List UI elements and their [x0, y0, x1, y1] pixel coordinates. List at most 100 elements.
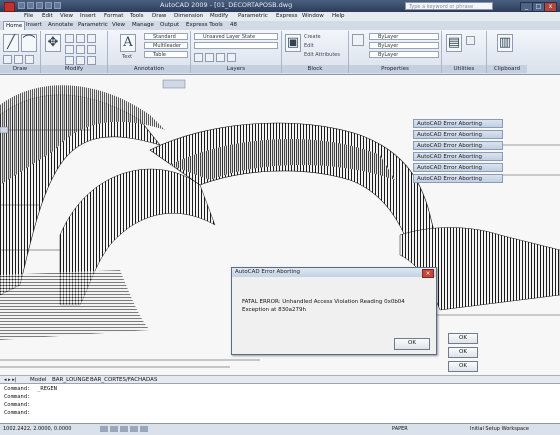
quick-calc-icon[interactable] [466, 36, 475, 45]
trim-icon[interactable] [76, 34, 85, 43]
text-label: Text [122, 54, 133, 60]
error-stack-title[interactable]: AutoCAD Error Aborting [413, 152, 503, 161]
rotate-icon[interactable] [65, 34, 74, 43]
command-line[interactable]: Command: _REGEN Command: Command: Comman… [0, 383, 560, 424]
menu-format[interactable]: Format [104, 12, 123, 21]
linetype-combo[interactable]: ByLayer [369, 42, 439, 49]
paper-indicator[interactable]: PAPER [392, 426, 408, 432]
menu-dimension[interactable]: Dimension [174, 12, 203, 21]
arc-icon[interactable] [14, 55, 23, 64]
ok-button[interactable]: OK [448, 333, 478, 344]
copy-icon[interactable] [65, 45, 74, 54]
title-bar: AutoCAD 2009 - [01_DECORTAPOSB.dwg Type … [0, 0, 560, 12]
tab-annotate[interactable]: Annotate [46, 21, 75, 30]
ribbon: ╱ ⌒ Draw ✥ Modify A Text Standard Multil… [0, 30, 560, 75]
menu-insert[interactable]: Insert [80, 12, 96, 21]
block-create[interactable]: Create [304, 34, 321, 40]
lineweight-combo[interactable]: ByLayer [369, 51, 439, 58]
fillet-icon[interactable] [87, 45, 96, 54]
panel-draw-label[interactable]: Draw [0, 65, 40, 73]
panel-annotation-label[interactable]: Annotation [108, 65, 190, 73]
erase-icon[interactable] [87, 34, 96, 43]
stretch-icon[interactable] [65, 56, 74, 65]
polyline-icon[interactable]: ⌒ [21, 34, 37, 52]
panel-layers-label[interactable]: Layers [191, 65, 281, 73]
snap-toggle-icon[interactable] [100, 426, 108, 432]
panel-properties-label[interactable]: Properties [349, 65, 441, 73]
rectangle-icon[interactable] [25, 55, 34, 64]
menu-tools[interactable]: Tools [130, 12, 144, 21]
tab-insert[interactable]: Insert [24, 21, 44, 30]
error-stack-title[interactable]: AutoCAD Error Aborting [413, 130, 503, 139]
circle-icon[interactable] [3, 55, 12, 64]
ortho-toggle-icon[interactable] [120, 426, 128, 432]
insert-block-icon[interactable]: ▣ [285, 34, 301, 52]
mirror-icon[interactable] [76, 45, 85, 54]
redo-icon[interactable] [54, 2, 61, 9]
tab-output[interactable]: Output [158, 21, 181, 30]
open-icon[interactable] [27, 2, 34, 9]
menu-modify[interactable]: Modify [210, 12, 228, 21]
array-icon[interactable] [87, 56, 96, 65]
scale-icon[interactable] [76, 56, 85, 65]
panel-clipboard: ▥ Clipboard [487, 31, 527, 73]
tab-view[interactable]: View [110, 21, 127, 30]
panel-clipboard-label[interactable]: Clipboard [487, 65, 527, 73]
menu-edit[interactable]: Edit [42, 12, 53, 21]
command-prompt[interactable]: Command: [4, 410, 31, 416]
layer-combo[interactable] [194, 42, 278, 49]
paste-icon[interactable]: ▥ [497, 34, 513, 52]
panel-properties: ByLayer ByLayer ByLayer Properties [349, 31, 442, 73]
search-input[interactable]: Type a keyword or phrase [405, 2, 493, 10]
panel-modify: ✥ Modify [41, 31, 108, 73]
menu-help[interactable]: Help [332, 12, 345, 21]
tab-parametric[interactable]: Parametric [76, 21, 110, 30]
error-stack-title[interactable]: AutoCAD Error Aborting [413, 141, 503, 150]
new-icon[interactable] [18, 2, 25, 9]
line-icon[interactable]: ╱ [3, 34, 19, 52]
menu-parametric[interactable]: Parametric [238, 12, 268, 21]
layer-lock-icon[interactable] [227, 53, 236, 62]
error-stack-title[interactable]: AutoCAD Error Aborting [413, 163, 503, 172]
move-icon[interactable]: ✥ [45, 34, 61, 52]
panel-utilities-label[interactable]: Utilities [442, 65, 486, 73]
error-stack-title[interactable]: AutoCAD Error Aborting [413, 174, 503, 183]
osnap-toggle-icon[interactable] [140, 426, 148, 432]
table-combo[interactable]: Table [144, 51, 188, 58]
block-edit-attributes[interactable]: Edit Attributes [304, 52, 340, 58]
layer-properties-icon[interactable] [194, 53, 203, 62]
menu-window[interactable]: Window [302, 12, 324, 21]
polar-toggle-icon[interactable] [130, 426, 138, 432]
tab-express-tools[interactable]: Express Tools [184, 21, 225, 30]
panel-modify-label[interactable]: Modify [41, 65, 107, 73]
measure-icon[interactable]: ▤ [446, 34, 462, 52]
workspace-switcher[interactable]: Initial Setup Workspace [470, 426, 529, 432]
grid-toggle-icon[interactable] [110, 426, 118, 432]
color-combo[interactable]: ByLayer [369, 33, 439, 40]
error-ok-button[interactable]: OK [394, 338, 430, 350]
close-icon[interactable]: × [422, 269, 434, 278]
error-stack-title[interactable]: AutoCAD Error Aborting [413, 119, 503, 128]
block-edit[interactable]: Edit [304, 43, 314, 49]
undo-icon[interactable] [45, 2, 52, 9]
menu-draw[interactable]: Draw [152, 12, 166, 21]
ok-button[interactable]: OK [448, 347, 478, 358]
autocad-logo-icon[interactable] [4, 2, 15, 12]
menu-view[interactable]: View [60, 12, 73, 21]
close-button[interactable]: x [544, 2, 557, 12]
panel-annotation: A Text Standard Multileader Table Annota… [108, 31, 191, 73]
layer-off-icon[interactable] [205, 53, 214, 62]
tab-extra[interactable]: 48 [228, 21, 239, 30]
layer-state-combo[interactable]: Unsaved Layer State [194, 33, 278, 40]
text-icon[interactable]: A [120, 34, 136, 52]
panel-block-label[interactable]: Block [282, 65, 348, 73]
match-properties-icon[interactable] [352, 34, 364, 46]
menu-express[interactable]: Express [276, 12, 297, 21]
ok-button[interactable]: OK [448, 361, 478, 372]
text-style-combo[interactable]: Standard [144, 33, 188, 40]
menu-file[interactable]: File [24, 12, 33, 21]
tab-manage[interactable]: Manage [130, 21, 156, 30]
multileader-combo[interactable]: Multileader [144, 42, 188, 49]
save-icon[interactable] [36, 2, 43, 9]
layer-freeze-icon[interactable] [216, 53, 225, 62]
